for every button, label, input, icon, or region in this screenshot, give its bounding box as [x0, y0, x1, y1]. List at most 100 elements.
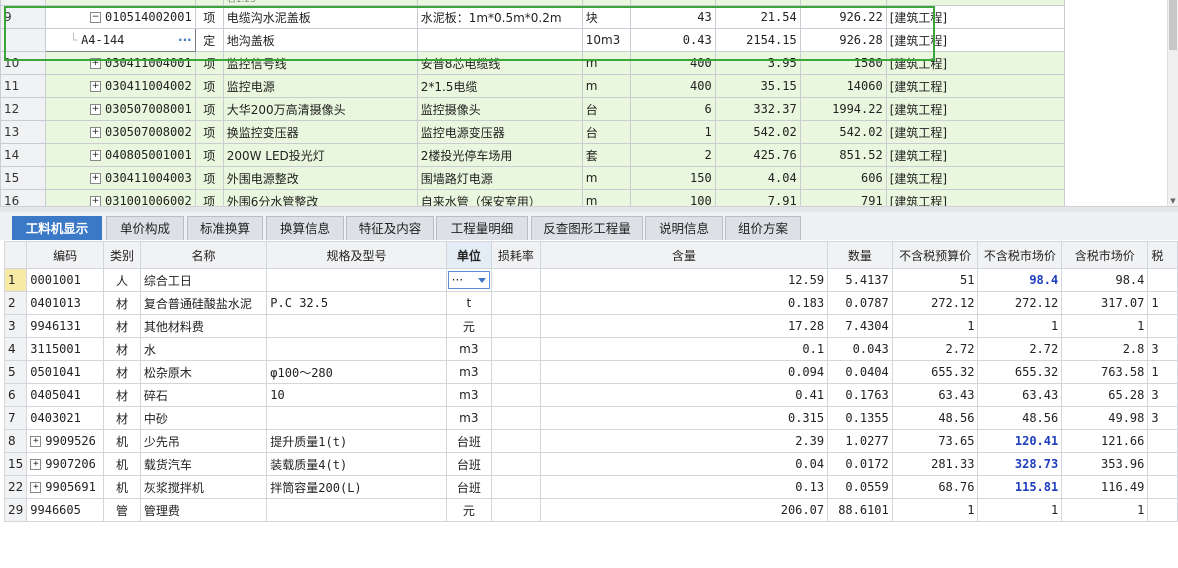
unit-cell: m3	[445, 360, 493, 384]
name-cell: 监控信号线	[222, 51, 418, 75]
header-name[interactable]: 名称	[139, 241, 268, 269]
table-row[interactable]: 22 +9905691 机灰浆搅拌机 拌筒容量200(L) 台班 0.13 0.0559 68…	[3, 475, 1178, 499]
category-cell: 机	[103, 429, 141, 453]
spec-cell: 2*1.5电缆	[416, 74, 583, 98]
ellipsis-icon[interactable]: ···	[452, 273, 463, 287]
plus-box-icon[interactable]: +	[90, 173, 101, 184]
table-row[interactable]: 29 9946605 管管理费元 206.07 88.6101 1 1 1	[3, 498, 1178, 522]
category-cell: 机	[103, 475, 141, 499]
category-cell: 机	[103, 452, 141, 476]
scrollbar-thumb[interactable]	[1169, 0, 1177, 50]
table-row[interactable]: 1 0001001 人综合工日 ··· 12.59 5.4137 51 98.4 98.4	[3, 268, 1178, 292]
plus-box-icon[interactable]: +	[30, 436, 42, 447]
plus-box-icon[interactable]: +	[90, 104, 101, 115]
row-number: 22	[3, 475, 28, 499]
code-cell: +030411004002	[45, 74, 196, 98]
header-category[interactable]: 类别	[103, 241, 141, 269]
major-cell: [建筑工程]	[885, 143, 1065, 167]
ellipsis-icon[interactable]: ···	[178, 33, 192, 47]
table-row[interactable]: 10 +030411004001 项监控信号线 安普8芯电缆线 m 400 3.95 1580…	[0, 51, 1065, 75]
table-row[interactable]: 2 0401013 材复合普通硅酸盐水泥 P.C 32.5 t 0.183 0.0787 27…	[3, 291, 1178, 315]
row-number: 11	[0, 74, 46, 98]
minus-box-icon[interactable]: −	[90, 12, 101, 23]
table-row[interactable]: 15 +030411004003 项外围电源整改 围墙路灯电源 m 150 4.04 606[…	[0, 166, 1065, 190]
price-cell: 21.54	[714, 5, 801, 29]
spec-cell	[266, 268, 447, 292]
content-cell: 17.28	[539, 314, 829, 338]
code-text: 010514002001	[105, 10, 192, 24]
tab-7[interactable]: 反查图形工程量	[531, 216, 643, 240]
header-loss-rate[interactable]: 损耗率	[491, 241, 541, 269]
plus-box-icon[interactable]: +	[90, 58, 101, 69]
table-row[interactable]: 5 0501041 材松杂原木 φ100～280 m3 0.094 0.0404 655.32…	[3, 360, 1178, 384]
plus-box-icon[interactable]: +	[90, 81, 101, 92]
code-text: 040805001001	[105, 148, 192, 162]
header-market-price-ex-tax[interactable]: 不含税市场价	[977, 241, 1063, 269]
tab-3[interactable]: 标准换算	[187, 216, 263, 240]
tab-6[interactable]: 工程量明细	[436, 216, 528, 240]
spec-cell: 10	[266, 383, 447, 407]
loss-rate-cell	[491, 337, 541, 361]
plus-box-icon[interactable]: +	[30, 482, 42, 493]
table-row[interactable]: 6 0405041 材碎石 10 m3 0.41 0.1763 63.43 63.43 65.28…	[3, 383, 1178, 407]
quantity-cell: 0.043	[827, 337, 893, 361]
market-price-cell: 98.4	[977, 268, 1063, 292]
tab-5[interactable]: 特征及内容	[346, 216, 434, 240]
tab-4[interactable]: 换算信息	[266, 216, 344, 240]
tab-2[interactable]: 单价构成	[106, 216, 184, 240]
table-row[interactable]: 9−010514002001 项电缆沟水泥盖板 水泥板：1m*0.5m*0.2m 块 4…	[0, 5, 1065, 29]
budget-price-cell: 68.76	[891, 475, 979, 499]
tab-8[interactable]: 说明信息	[645, 216, 723, 240]
name-cell: 200W LED投光灯	[222, 143, 418, 167]
unit-cell[interactable]: ···	[445, 268, 493, 292]
table-row[interactable]: 4 3115001 材水 m3 0.1 0.043 2.72 2.72 2.8 3	[3, 337, 1178, 361]
vertical-scrollbar[interactable]: ▼	[1167, 0, 1178, 208]
unit-cell: m	[581, 51, 631, 75]
code-cell[interactable]: └ A4-144 ···	[45, 28, 196, 52]
content-cell: 0.315	[539, 406, 829, 430]
spec-cell: 拌筒容量200(L)	[266, 475, 447, 499]
tab-9[interactable]: 组价方案	[725, 216, 801, 240]
chevron-down-icon[interactable]	[478, 277, 486, 283]
row-number: 8	[3, 429, 28, 453]
code-text: 9905691	[45, 480, 96, 494]
scroll-down-icon[interactable]: ▼	[1169, 196, 1177, 206]
spec-cell: 装载质量4(t)	[266, 452, 447, 476]
table-row[interactable]: 14 +040805001001 项 200W LED投光灯 2楼投光停车场用套 2 425…	[0, 143, 1065, 167]
header-market-price-inc-tax[interactable]: 含税市场价	[1061, 241, 1149, 269]
header-tax[interactable]: 税	[1147, 241, 1178, 269]
table-row[interactable]: 8 +9909526 机少先吊 提升质量1(t) 台班 2.39 1.0277 73.65 12…	[3, 429, 1178, 453]
name-cell: 复合普通硅酸盐水泥	[139, 291, 268, 315]
header-unit[interactable]: 单位	[445, 241, 493, 269]
table-row[interactable]: └ A4-144 ··· 定地沟盖板 10m3 0.43 2154.15 926.28 [建筑…	[0, 28, 1065, 52]
header-content[interactable]: 含量	[539, 241, 829, 269]
table-row[interactable]: 11 +030411004002 项监控电源 2*1.5电缆 m 400 35.15 1406…	[0, 74, 1065, 98]
table-row[interactable]: 3 9946131 材其他材料费元 17.28 7.4304 1 1 1	[3, 314, 1178, 338]
table-row[interactable]: 12 +030507008001 项大华200万高清摄像头 监控摄像头台 6 332.37…	[0, 97, 1065, 121]
unit-cell: 元	[445, 314, 493, 338]
header-spec[interactable]: 规格及型号	[266, 241, 447, 269]
spec-cell: φ100～280	[266, 360, 447, 384]
table-row[interactable]: 15 +9907206 机载货汽车 装载质量4(t) 台班 0.04 0.0172 281.3…	[3, 452, 1178, 476]
tab-1[interactable]: 工料机显示	[12, 216, 102, 240]
content-cell: 0.183	[539, 291, 829, 315]
table-row[interactable]: 7 0403021 材中砂 m3 0.315 0.1355 48.56 48.56 49.98 3	[3, 406, 1178, 430]
qty-cell: 6	[629, 97, 716, 121]
plus-box-icon[interactable]: +	[90, 150, 101, 161]
name-cell: 电缆沟水泥盖板	[222, 5, 418, 29]
price-cell: 2154.15	[714, 28, 801, 52]
quantity-cell: 88.6101	[827, 498, 893, 522]
table-row[interactable]: 13 +030507008002 项换监控变压器 监控电源变压器台 1 542.02 542…	[0, 120, 1065, 144]
header-quantity[interactable]: 数量	[827, 241, 893, 269]
unit-dropdown[interactable]: ···	[447, 271, 490, 289]
plus-box-icon[interactable]: +	[90, 127, 101, 138]
header-code[interactable]: 编码	[26, 241, 105, 269]
row-number: 10	[0, 51, 46, 75]
unit-cell: 台	[581, 97, 631, 121]
name-cell: 碎石	[139, 383, 268, 407]
budget-price-cell: 63.43	[891, 383, 979, 407]
header-budget-price-ex-tax[interactable]: 不含税预算价	[891, 241, 979, 269]
loss-rate-cell	[491, 314, 541, 338]
header-rownum[interactable]	[3, 241, 28, 269]
plus-box-icon[interactable]: +	[30, 459, 42, 470]
